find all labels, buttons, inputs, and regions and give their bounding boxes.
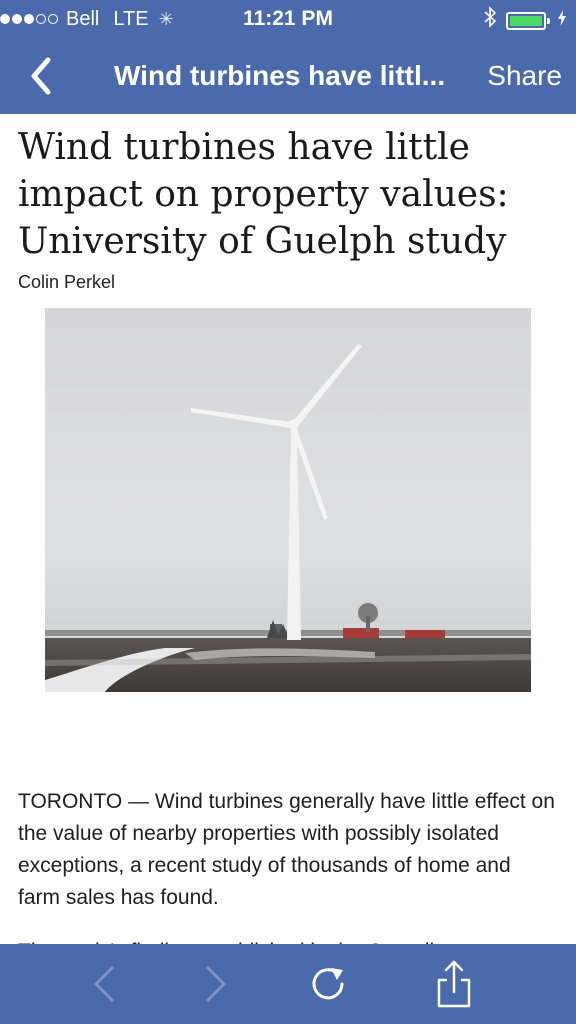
back-button[interactable] xyxy=(22,52,62,100)
share-action-button[interactable] xyxy=(430,960,478,1008)
refresh-button[interactable] xyxy=(304,960,352,1008)
article-content: Wind turbines have little impact on prop… xyxy=(0,114,576,944)
browser-forward-button[interactable] xyxy=(190,960,238,1008)
refresh-icon xyxy=(312,968,344,1000)
status-bar: Bell LTE ✳ 11:21 PM xyxy=(0,0,576,38)
article-paragraph-partial: The study's findings, published in the C… xyxy=(18,936,558,944)
battery-icon xyxy=(506,11,550,30)
share-button[interactable]: Share xyxy=(487,58,562,94)
bluetooth-icon xyxy=(484,6,497,35)
chevron-right-icon xyxy=(206,966,226,1002)
navigation-bar: Wind turbines have littl... Share xyxy=(0,38,576,114)
wind-turbine-photo xyxy=(45,308,531,692)
article-byline: Colin Perkel xyxy=(18,272,116,292)
chevron-left-icon xyxy=(31,57,51,95)
battery-fill xyxy=(510,15,542,26)
share-icon xyxy=(437,960,471,1008)
browser-back-button[interactable] xyxy=(82,960,130,1008)
top-bar: Bell LTE ✳ 11:21 PM Wind turbines have l… xyxy=(0,0,576,114)
article-photo xyxy=(45,308,531,692)
article-headline: Wind turbines have little impact on prop… xyxy=(18,127,509,262)
status-right xyxy=(484,6,566,35)
chevron-left-icon xyxy=(94,966,114,1002)
bottom-toolbar xyxy=(0,944,576,1024)
battery-nub xyxy=(547,17,550,24)
charging-icon xyxy=(558,10,566,31)
article-paragraph: TORONTO — Wind turbines generally have l… xyxy=(18,790,555,909)
nav-title: Wind turbines have littl... xyxy=(114,60,446,91)
